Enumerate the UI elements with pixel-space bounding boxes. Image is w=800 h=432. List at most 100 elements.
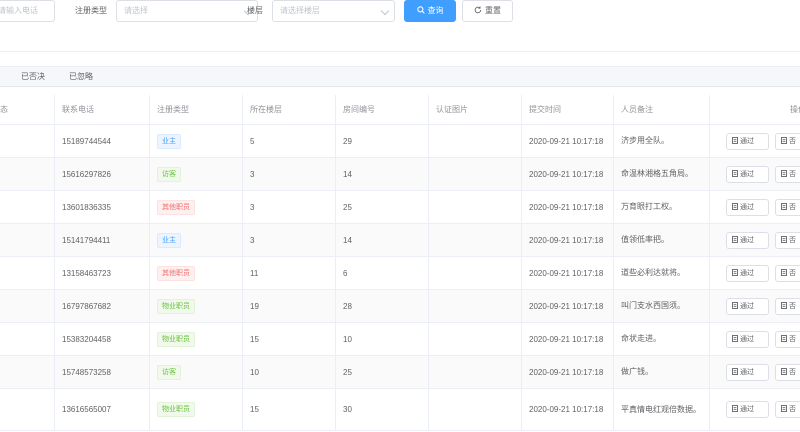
phone-text: 13158463723 <box>62 268 111 278</box>
cell-remark: 济步用全队。 <box>614 125 710 157</box>
time-text: 2020-09-21 10:17:18 <box>529 367 604 377</box>
reject-button[interactable]: 否 <box>775 199 800 216</box>
approve-button[interactable]: 通过 <box>726 166 769 183</box>
filter-bar: 请输入电话 注册类型 请选择 楼层 请选择楼层 查询 重置 <box>0 0 800 26</box>
cell-room: 25 <box>336 191 429 223</box>
reset-button[interactable]: 重置 <box>462 0 513 22</box>
cell-actions: 通过 否 <box>710 224 800 256</box>
table-row: 15616297826 访客 3 14 2020-09-21 10:17:18 命温林湘格… <box>0 158 800 191</box>
reg-type-tag: 其他职员 <box>157 265 195 281</box>
reg-type-label: 注册类型 <box>75 6 107 15</box>
approve-label: 通过 <box>740 138 754 145</box>
room-text: 14 <box>343 235 352 245</box>
reject-label: 否 <box>789 171 796 178</box>
reset-button-label: 重置 <box>485 6 501 15</box>
reg-type-tag: 业主 <box>157 232 181 248</box>
floor-label: 楼层 <box>247 6 263 15</box>
cell-image <box>429 323 522 355</box>
cell-phone: 13616565007 <box>55 389 150 430</box>
tab-rejected[interactable]: 已否决 <box>21 67 45 87</box>
document-icon <box>781 203 789 211</box>
cell-image <box>429 257 522 289</box>
document-icon <box>781 137 789 145</box>
floor-placeholder: 请选择楼层 <box>280 6 320 15</box>
cell-status <box>0 257 55 289</box>
table-row: 13601836335 其他职员 3 25 2020-09-21 10:17:18 万育眼… <box>0 191 800 224</box>
reject-label: 否 <box>789 303 796 310</box>
table-row: 15141794411 业主 3 14 2020-09-21 10:17:18 值领低率把… <box>0 224 800 257</box>
reject-button[interactable]: 否 <box>775 265 800 282</box>
cell-room: 25 <box>336 356 429 388</box>
cell-reg-type: 其他职员 <box>150 191 243 223</box>
remark-text: 命温林湘格五角局。 <box>621 169 693 178</box>
floor-text: 19 <box>250 301 259 311</box>
cell-time: 2020-09-21 10:17:18 <box>522 158 614 190</box>
approve-button[interactable]: 通过 <box>726 331 769 348</box>
cell-actions: 通过 否 <box>710 356 800 388</box>
cell-image <box>429 290 522 322</box>
reject-button[interactable]: 否 <box>775 298 800 315</box>
approve-button[interactable]: 通过 <box>726 232 769 249</box>
tab-ignored[interactable]: 已忽略 <box>69 67 93 87</box>
header-phone: 联系电话 <box>55 95 150 124</box>
reject-button[interactable]: 否 <box>775 364 800 381</box>
floor-text: 3 <box>250 169 255 179</box>
phone-text: 13616565007 <box>62 405 111 414</box>
cell-actions: 通过 否 <box>710 323 800 355</box>
approve-label: 通过 <box>740 303 754 310</box>
reject-button[interactable]: 否 <box>775 133 800 150</box>
cell-time: 2020-09-21 10:17:18 <box>522 224 614 256</box>
floor-text: 10 <box>250 367 259 377</box>
reg-type-tag: 业主 <box>157 133 181 149</box>
cell-floor: 3 <box>243 158 336 190</box>
cell-time: 2020-09-21 10:17:18 <box>522 125 614 157</box>
room-text: 14 <box>343 169 352 179</box>
table-row: 13158463723 其他职员 11 6 2020-09-21 10:17:18 道些必… <box>0 257 800 290</box>
cell-reg-type: 物业职员 <box>150 290 243 322</box>
cell-remark: 万育眼打工权。 <box>614 191 710 223</box>
reject-button[interactable]: 否 <box>775 331 800 348</box>
approve-button[interactable]: 通过 <box>726 265 769 282</box>
reject-button[interactable]: 否 <box>775 232 800 249</box>
cell-status <box>0 356 55 388</box>
phone-text: 15616297826 <box>62 169 111 179</box>
cell-status <box>0 224 55 256</box>
cell-reg-type: 访客 <box>150 356 243 388</box>
remark-text: 做广钱。 <box>621 367 653 376</box>
cell-image <box>429 224 522 256</box>
cell-time: 2020-09-21 10:17:18 <box>522 290 614 322</box>
room-text: 25 <box>343 202 352 212</box>
reg-type-placeholder: 请选择 <box>124 6 148 15</box>
phone-input[interactable]: 请输入电话 <box>0 0 55 22</box>
reg-type-select[interactable]: 请选择 <box>116 0 258 22</box>
document-icon <box>732 302 740 310</box>
document-icon <box>781 405 789 413</box>
cell-time: 2020-09-21 10:17:18 <box>522 191 614 223</box>
reject-button[interactable]: 否 <box>775 166 800 183</box>
table-row: 13616565007 物业职员 15 30 2020-09-21 10:17:18 平真… <box>0 389 800 431</box>
floor-select[interactable]: 请选择楼层 <box>272 0 395 22</box>
approve-label: 通过 <box>740 171 754 178</box>
cell-image <box>429 389 522 430</box>
cell-status <box>0 125 55 157</box>
refresh-icon <box>474 6 482 14</box>
table-header: 态 联系电话 注册类型 所在楼层 房间编号 认证图片 提交时间 人员备注 操作 <box>0 95 800 125</box>
time-text: 2020-09-21 10:17:18 <box>529 268 604 278</box>
cell-phone: 15383204458 <box>55 323 150 355</box>
cell-room: 14 <box>336 224 429 256</box>
time-text: 2020-09-21 10:17:18 <box>529 334 604 344</box>
approve-button[interactable]: 通过 <box>726 199 769 216</box>
approve-button[interactable]: 通过 <box>726 133 769 150</box>
header-room: 房间编号 <box>336 95 429 124</box>
query-button[interactable]: 查询 <box>404 0 456 22</box>
reg-type-tag: 物业职员 <box>157 402 195 417</box>
approve-button[interactable]: 通过 <box>726 364 769 381</box>
approve-button[interactable]: 通过 <box>726 401 769 418</box>
cell-phone: 13158463723 <box>55 257 150 289</box>
reject-button[interactable]: 否 <box>775 401 800 418</box>
cell-phone: 13601836335 <box>55 191 150 223</box>
approve-button[interactable]: 通过 <box>726 298 769 315</box>
cell-remark: 做广钱。 <box>614 356 710 388</box>
remark-text: 叫门支水西国须。 <box>621 301 685 310</box>
cell-phone: 15141794411 <box>55 224 150 256</box>
